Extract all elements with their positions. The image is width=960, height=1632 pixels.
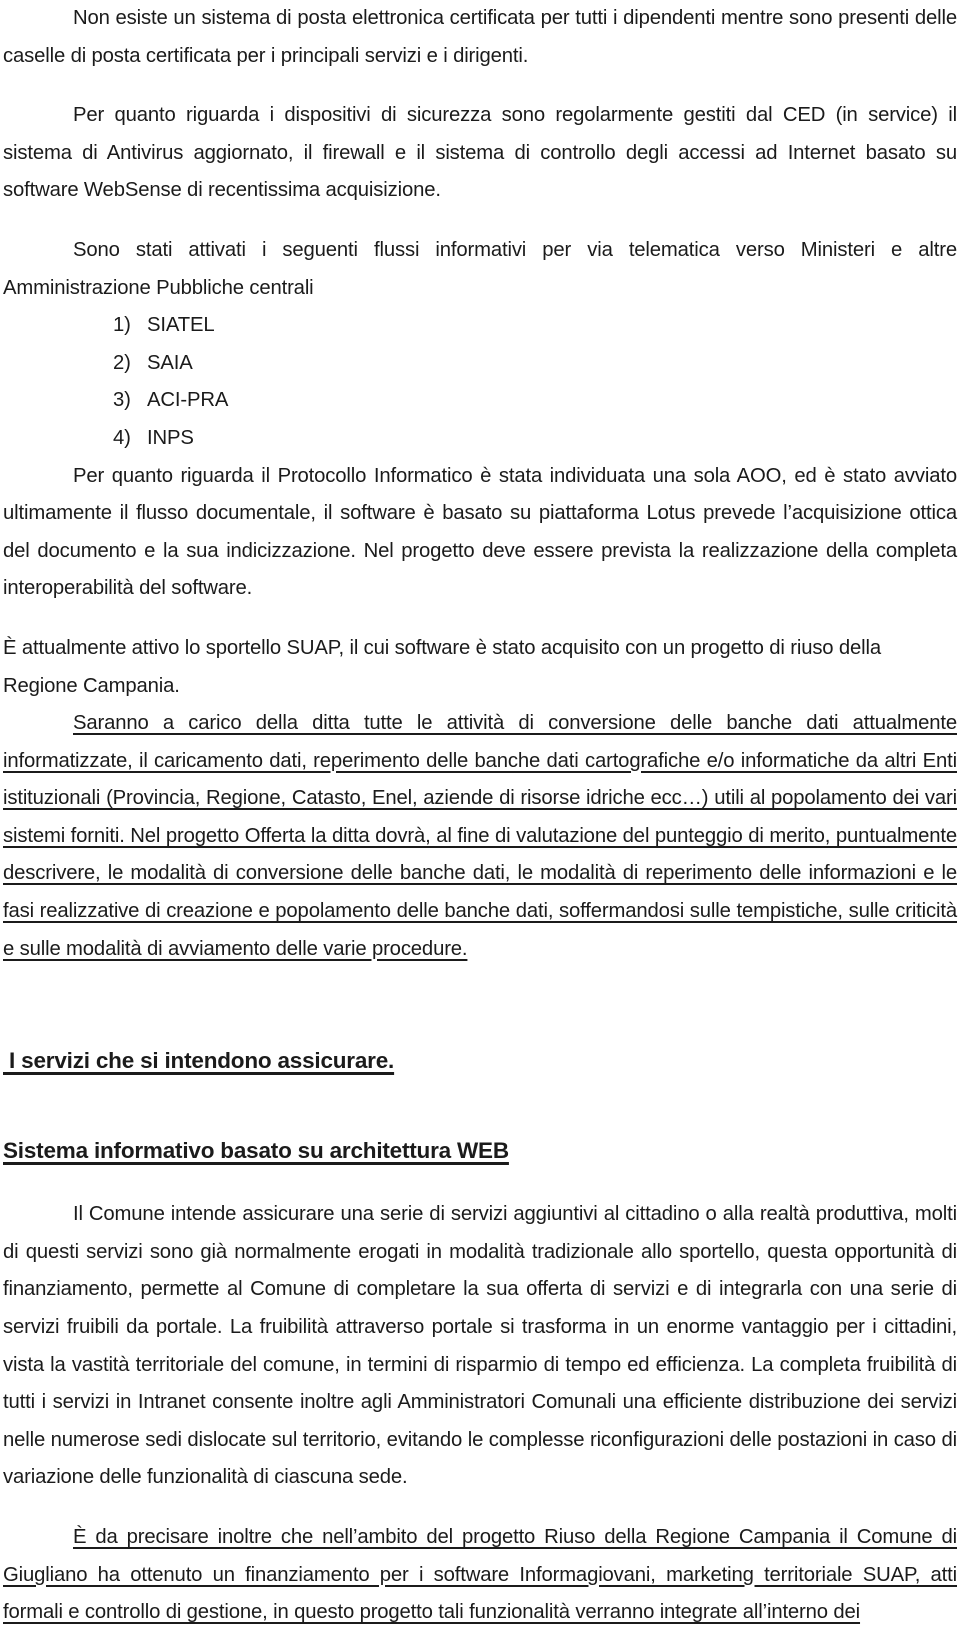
paragraph-sportello-suap: È attualmente attivo lo sportello SUAP, …	[3, 636, 882, 697]
paragraph-protocollo-informatico: Per quanto riguarda il Protocollo Inform…	[3, 464, 957, 600]
list-item: 1) SIATEL	[3, 307, 957, 345]
paragraph-servizi-aggiuntivi: Il Comune intende assicurare una serie d…	[3, 1203, 957, 1489]
list-item-number: 3)	[113, 389, 131, 412]
list-item: 2) SAIA	[3, 345, 957, 383]
list-item-label: INPS	[147, 426, 194, 449]
document-body: Non esiste un sistema di posta elettroni…	[3, 0, 957, 1632]
paragraph-dispositivi-sicurezza: Per quanto riguarda i dispositivi di sic…	[3, 104, 957, 202]
paragraph-attivita-conversione: Saranno a carico della ditta tutte le at…	[3, 712, 957, 960]
heading-sistema-informativo-web: Sistema informativo basato su architettu…	[3, 1138, 509, 1164]
paragraph-progetto-riuso: È da precisare inoltre che nell’ambito d…	[3, 1526, 957, 1624]
heading-servizi-assicurare: I servizi che si intendono assicurare.	[3, 1048, 395, 1074]
list-item-number: 1)	[113, 314, 131, 337]
list-item-number: 2)	[113, 351, 131, 374]
paragraph-flussi-informativi: Sono stati attivati i seguenti flussi in…	[3, 238, 957, 299]
list-item-label: SAIA	[147, 351, 193, 374]
list-item-label: ACI-PRA	[147, 389, 229, 412]
list-item: 4) INPS	[3, 420, 957, 458]
list-item: 3) ACI-PRA	[3, 382, 957, 420]
list-item-label: SIATEL	[147, 314, 215, 337]
document-page: Non esiste un sistema di posta elettroni…	[0, 0, 960, 1623]
flussi-informativi-list: 1) SIATEL 2) SAIA 3) ACI-PRA 4) INPS	[3, 307, 957, 457]
list-item-number: 4)	[113, 426, 131, 449]
paragraph-posta-elettronica: Non esiste un sistema di posta elettroni…	[3, 7, 957, 67]
